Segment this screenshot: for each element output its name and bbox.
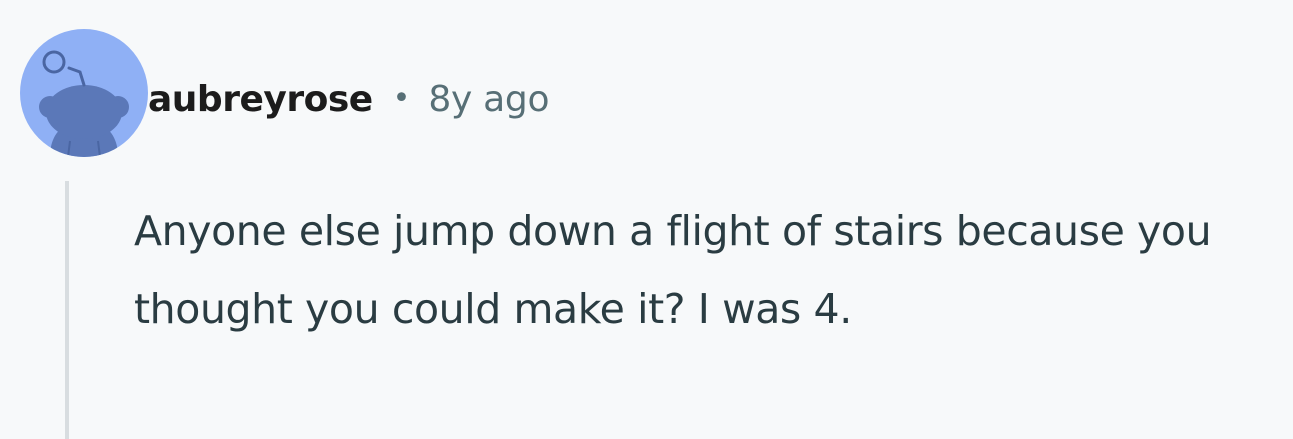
- avatar[interactable]: [20, 29, 148, 157]
- snoo-avatar-icon: [20, 29, 148, 157]
- comment-timestamp[interactable]: 8y ago: [428, 79, 549, 120]
- thread-line[interactable]: [65, 181, 69, 439]
- comment-body: Anyone else jump down a flight of stairs…: [134, 207, 1212, 333]
- comment: aubreyrose • 8y ago Anyone else jump dow…: [0, 0, 1293, 439]
- meta-separator: •: [392, 80, 411, 116]
- username-link[interactable]: aubreyrose: [148, 79, 373, 120]
- comment-meta: aubreyrose • 8y ago: [148, 74, 549, 124]
